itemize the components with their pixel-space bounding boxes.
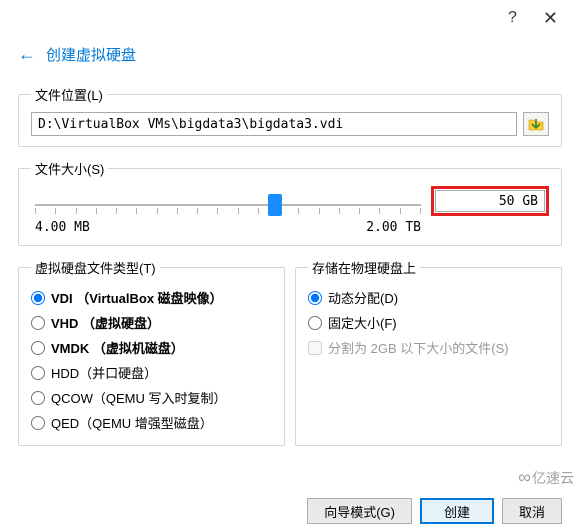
disk-type-vdi[interactable]: VDI （VirtualBox 磁盘映像） bbox=[31, 285, 272, 310]
storage-dynamic[interactable]: 动态分配(D) bbox=[308, 285, 549, 310]
dialog-title: 创建虚拟硬盘 bbox=[46, 44, 136, 65]
browse-button[interactable] bbox=[523, 112, 549, 136]
size-highlight bbox=[431, 186, 549, 216]
size-input[interactable] bbox=[435, 190, 545, 212]
file-size-legend: 文件大小(S) bbox=[31, 159, 108, 178]
storage-legend: 存储在物理硬盘上 bbox=[308, 258, 420, 277]
cancel-button[interactable]: 取消 bbox=[502, 498, 562, 524]
folder-icon bbox=[528, 117, 544, 131]
disk-type-legend: 虚拟硬盘文件类型(T) bbox=[31, 258, 160, 277]
storage-split-checkbox: 分割为 2GB 以下大小的文件(S) bbox=[308, 335, 549, 360]
disk-type-vmdk[interactable]: VMDK （虚拟机磁盘） bbox=[31, 335, 272, 360]
disk-type-group: 虚拟硬盘文件类型(T) VDI （VirtualBox 磁盘映像） VHD （虚… bbox=[18, 258, 285, 446]
disk-type-qcow[interactable]: QCOW（QEMU 写入时复制） bbox=[31, 385, 272, 410]
close-icon[interactable]: ✕ bbox=[543, 8, 568, 29]
file-location-legend: 文件位置(L) bbox=[31, 85, 107, 104]
watermark-text: 亿速云 bbox=[532, 468, 574, 488]
disk-type-hdd[interactable]: HDD（并口硬盘） bbox=[31, 360, 272, 385]
disk-type-qed[interactable]: QED（QEMU 增强型磁盘） bbox=[31, 410, 272, 435]
create-button[interactable]: 创建 bbox=[420, 498, 494, 524]
help-icon[interactable]: ? bbox=[508, 9, 517, 27]
file-path-input[interactable] bbox=[31, 112, 517, 136]
file-size-group: 文件大小(S) 4.00 MB 2.00 TB bbox=[18, 159, 562, 246]
storage-fixed[interactable]: 固定大小(F) bbox=[308, 310, 549, 335]
size-max-label: 2.00 TB bbox=[366, 220, 421, 235]
expert-mode-button[interactable]: 向导模式(G) bbox=[307, 498, 412, 524]
size-min-label: 4.00 MB bbox=[35, 220, 90, 235]
size-slider[interactable] bbox=[31, 192, 425, 218]
watermark-logo-icon: ∞ bbox=[518, 467, 528, 488]
size-slider-handle[interactable] bbox=[268, 194, 282, 216]
storage-group: 存储在物理硬盘上 动态分配(D) 固定大小(F) 分割为 2GB 以下大小的文件… bbox=[295, 258, 562, 446]
back-arrow-icon[interactable]: ← bbox=[18, 44, 36, 65]
disk-type-vhd[interactable]: VHD （虚拟硬盘） bbox=[31, 310, 272, 335]
file-location-group: 文件位置(L) bbox=[18, 85, 562, 147]
watermark: ∞ 亿速云 bbox=[518, 467, 574, 488]
